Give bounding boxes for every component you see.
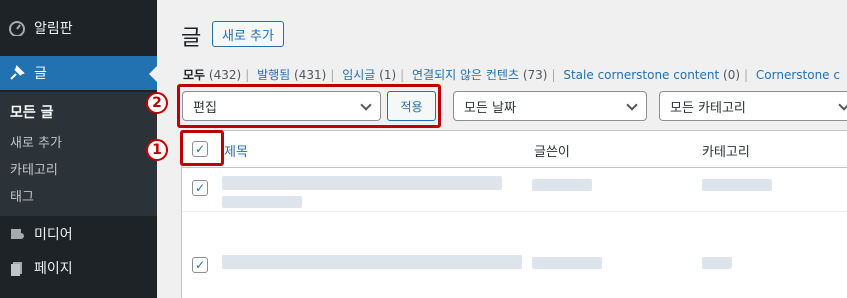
- highlight-box-bulk-action: [177, 84, 441, 128]
- posts-submenu: 모든 글 새로 추가 카테고리 태그: [0, 92, 157, 216]
- submenu-categories[interactable]: 카테고리: [10, 159, 58, 178]
- pages-icon: [0, 260, 34, 276]
- media-icon: [0, 226, 34, 242]
- main-content: 글 새로 추가 모두 (432) | 발행됨 (431) | 임시글 (1) | 연결…: [157, 0, 847, 298]
- view-all-count: (432): [208, 68, 242, 82]
- column-title[interactable]: 제목: [224, 141, 248, 160]
- admin-sidebar: 알림판 글 모든 글 새로 추가 카테고리 태그 미디어 페이지: [0, 0, 157, 298]
- chevron-down-icon: [838, 99, 847, 111]
- page-title: 글: [181, 26, 202, 51]
- view-stale-count: (0): [723, 68, 741, 82]
- pushpin-icon: [0, 65, 34, 81]
- row-checkbox[interactable]: ✓: [192, 257, 208, 273]
- posts-table: ✓ 제목 글쓴이 카테고리 ✓ ✓: [181, 130, 847, 298]
- blurred-row-actions: [222, 196, 302, 208]
- row-checkbox[interactable]: ✓: [192, 180, 208, 196]
- blurred-author: [532, 257, 602, 269]
- blurred-category: [702, 257, 732, 269]
- date-filter-value: 모든 날짜: [464, 100, 516, 116]
- row-divider: [182, 211, 847, 212]
- annotation-marker-2: 2: [146, 92, 168, 114]
- menu-dashboard-label: 알림판: [34, 21, 73, 37]
- menu-media[interactable]: 미디어: [0, 217, 157, 251]
- blurred-author: [532, 179, 592, 191]
- menu-pages-label: 페이지: [34, 261, 73, 277]
- view-published-count: (431): [294, 68, 327, 82]
- category-filter-value: 모든 카테고리: [670, 100, 746, 116]
- menu-media-label: 미디어: [34, 227, 73, 243]
- view-draft[interactable]: 임시글: [342, 68, 375, 82]
- blurred-post-title[interactable]: [222, 255, 522, 269]
- blurred-post-title[interactable]: [222, 176, 502, 190]
- view-stale-cornerstone[interactable]: Stale cornerstone content: [563, 68, 719, 82]
- menu-posts-label: 글: [34, 66, 47, 82]
- view-draft-count: (1): [379, 68, 397, 82]
- view-cornerstone[interactable]: Cornerstone c: [756, 68, 840, 82]
- column-author: 글쓴이: [534, 145, 570, 160]
- add-new-post-button[interactable]: 새로 추가: [212, 21, 284, 47]
- highlight-box-select-all: [180, 130, 224, 166]
- date-filter-select[interactable]: 모든 날짜: [453, 91, 647, 121]
- category-filter-select[interactable]: 모든 카테고리: [659, 91, 847, 121]
- submenu-add-new[interactable]: 새로 추가: [10, 132, 62, 151]
- blurred-category: [702, 179, 772, 191]
- view-orphaned[interactable]: 연결되지 않은 컨텐츠: [412, 68, 519, 82]
- column-categories: 카테고리: [702, 145, 750, 160]
- active-menu-arrow: [149, 66, 157, 82]
- view-published[interactable]: 발행됨: [257, 68, 290, 82]
- menu-pages[interactable]: 페이지: [0, 251, 157, 285]
- menu-posts[interactable]: 글: [0, 56, 157, 90]
- submenu-all-posts[interactable]: 모든 글: [10, 102, 54, 122]
- menu-dashboard[interactable]: 알림판: [0, 11, 157, 45]
- post-status-filters: 모두 (432) | 발행됨 (431) | 임시글 (1) | 연결되지 않은 컨텐…: [183, 68, 840, 82]
- view-orphaned-count: (73): [522, 68, 548, 82]
- view-all[interactable]: 모두: [183, 68, 205, 82]
- submenu-tags[interactable]: 태그: [10, 186, 34, 205]
- annotation-marker-1: 1: [146, 139, 168, 161]
- dashboard-icon: [0, 20, 34, 36]
- table-header: ✓ 제목 글쓴이 카테고리: [182, 131, 847, 168]
- chevron-down-icon: [626, 99, 638, 111]
